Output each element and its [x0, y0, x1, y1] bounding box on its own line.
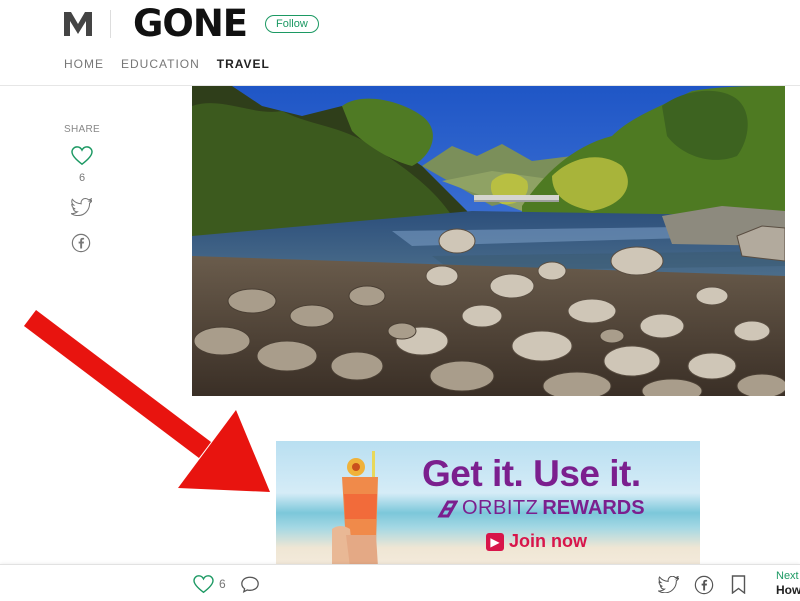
heart-icon[interactable]: [71, 146, 93, 166]
cocktail-glass-image: [332, 451, 378, 565]
heart-icon[interactable]: [193, 575, 214, 594]
follow-button[interactable]: Follow: [265, 15, 319, 33]
facebook-icon[interactable]: [694, 575, 714, 595]
comment-icon[interactable]: [240, 575, 260, 594]
facebook-icon[interactable]: [71, 233, 91, 253]
header-divider: [110, 10, 111, 38]
play-icon: ▶: [486, 532, 504, 551]
ad-brand-prefix: ORBITZ: [462, 497, 539, 519]
medium-logo-icon[interactable]: [64, 10, 92, 36]
ad-brand-suffix: REWARDS: [542, 497, 645, 519]
nav-home[interactable]: HOME: [64, 57, 104, 71]
publication-logo[interactable]: GONE: [133, 2, 248, 46]
next-label: Next: [776, 570, 799, 582]
twitter-icon[interactable]: [658, 576, 679, 593]
publication-header: GONE Follow HOME EDUCATION TRAVEL: [0, 0, 800, 86]
share-label: SHARE: [64, 124, 100, 135]
article-hero-image: [192, 86, 785, 396]
nav-education[interactable]: EDUCATION: [121, 57, 200, 71]
ad-join-now-button[interactable]: ▶ Join now: [486, 531, 587, 552]
twitter-icon[interactable]: [71, 198, 92, 216]
bottom-action-bar: 6 Next How: [0, 564, 800, 601]
bottom-like-count: 6: [219, 577, 226, 591]
orbitz-logo-icon: [437, 500, 458, 517]
nav-travel[interactable]: TRAVEL: [217, 57, 270, 71]
ad-cta-label: Join now: [509, 531, 587, 551]
ad-brand: ORBITZ REWARDS: [436, 497, 645, 520]
next-story-title: How: [776, 583, 800, 597]
orbitz-ad-banner[interactable]: Get it. Use it. ORBITZ REWARDS ▶ Join no…: [276, 441, 700, 565]
ad-headline: Get it. Use it.: [422, 453, 641, 494]
like-count: 6: [78, 172, 86, 184]
bookmark-icon[interactable]: [731, 575, 746, 594]
next-story-link[interactable]: Next How: [776, 570, 800, 598]
publication-nav: HOME EDUCATION TRAVEL: [64, 57, 270, 71]
